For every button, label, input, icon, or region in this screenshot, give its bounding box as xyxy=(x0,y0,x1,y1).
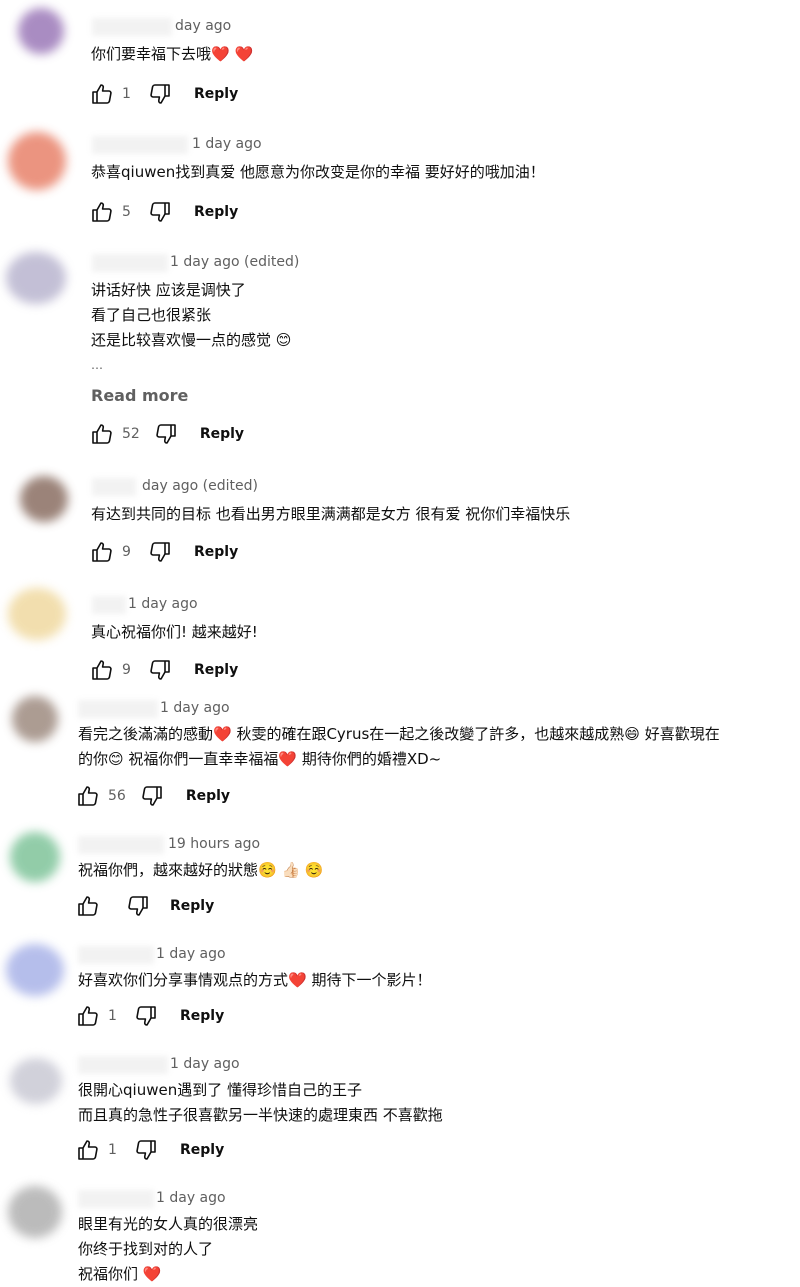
thumbs-up-icon[interactable] xyxy=(76,894,100,918)
comment-text-line: 你们要幸福下去哦❤️ ❤️ xyxy=(91,45,254,63)
author-name[interactable] xyxy=(92,136,188,154)
thumbs-up-icon[interactable] xyxy=(90,422,114,446)
comment-actions: 9 Reply xyxy=(90,540,238,564)
comment-timestamp: 1 day ago xyxy=(128,596,198,612)
comment-text-line: 祝福你们 ❤️ xyxy=(78,1265,162,1283)
comment-actions: 1 Reply xyxy=(76,1138,224,1162)
comment-timestamp: 1 day ago (edited) xyxy=(170,254,300,270)
comment-text-line: 真心祝福你们! 越来越好! xyxy=(91,623,258,641)
author-name[interactable] xyxy=(78,700,158,718)
thumbs-down-icon[interactable] xyxy=(126,894,150,918)
thumbs-up-icon[interactable] xyxy=(90,540,114,564)
reply-button[interactable]: Reply xyxy=(180,1142,224,1158)
comment-text-line: 有达到共同的目标 也看出男方眼里满满都是女方 很有爱 祝你们幸福快乐 xyxy=(91,505,571,523)
thumbs-down-icon[interactable] xyxy=(148,82,172,106)
author-name[interactable] xyxy=(78,836,164,854)
reply-button[interactable]: Reply xyxy=(170,898,214,914)
avatar[interactable] xyxy=(10,832,60,882)
reply-button[interactable]: Reply xyxy=(194,204,238,220)
thumbs-down-icon[interactable] xyxy=(134,1004,158,1028)
avatar[interactable] xyxy=(8,132,66,190)
comment-timestamp: day ago (edited) xyxy=(142,478,258,494)
author-name[interactable] xyxy=(78,1056,168,1074)
comment-text-line: 祝福你們，越來越好的狀態☺️ 👍🏻 ☺️ xyxy=(78,861,324,879)
comment-timestamp: 1 day ago xyxy=(156,946,226,962)
avatar[interactable] xyxy=(8,588,66,640)
read-more-button[interactable]: Read more xyxy=(91,386,188,405)
comment-timestamp: 1 day ago xyxy=(192,136,262,152)
comment-actions: 1 Reply xyxy=(76,1004,224,1028)
comment-text-line: 讲话好快 应该是调快了 xyxy=(91,281,246,299)
comment-timestamp: 1 day ago xyxy=(160,700,230,716)
like-count: 5 xyxy=(122,204,131,220)
avatar[interactable] xyxy=(18,8,64,54)
reply-button[interactable]: Reply xyxy=(186,788,230,804)
thumbs-up-icon[interactable] xyxy=(76,784,100,808)
like-count: 52 xyxy=(122,426,140,442)
like-count: 1 xyxy=(108,1008,117,1024)
author-name[interactable] xyxy=(92,478,136,496)
reply-button[interactable]: Reply xyxy=(180,1008,224,1024)
thumbs-up-icon[interactable] xyxy=(76,1138,100,1162)
reply-button[interactable]: Reply xyxy=(200,426,244,442)
comment-text-line: 还是比较喜欢慢一点的感觉 😊 xyxy=(91,331,292,349)
comment-actions: 5 Reply xyxy=(90,200,238,224)
author-name[interactable] xyxy=(92,254,168,272)
author-name[interactable] xyxy=(92,596,126,614)
comment-timestamp: 1 day ago xyxy=(156,1190,226,1206)
comment-timestamp: day ago xyxy=(175,18,232,34)
author-name[interactable] xyxy=(78,1190,154,1208)
thumbs-down-icon[interactable] xyxy=(148,658,172,682)
like-count: 1 xyxy=(122,86,131,102)
text-ellipsis: … xyxy=(91,358,103,372)
avatar[interactable] xyxy=(6,252,66,304)
like-count: 56 xyxy=(108,788,126,804)
comment-text-line: 眼里有光的女人真的很漂亮 xyxy=(78,1215,259,1233)
reply-button[interactable]: Reply xyxy=(194,662,238,678)
avatar[interactable] xyxy=(6,944,64,996)
avatar[interactable] xyxy=(20,476,68,522)
comment-actions: Reply xyxy=(76,894,214,918)
avatar[interactable] xyxy=(10,1058,62,1104)
comment-actions: 1 Reply xyxy=(90,82,238,106)
thumbs-up-icon[interactable] xyxy=(90,200,114,224)
thumbs-down-icon[interactable] xyxy=(154,422,178,446)
comment-actions: 56 Reply xyxy=(76,784,230,808)
comment-timestamp: 1 day ago xyxy=(170,1056,240,1072)
like-count: 9 xyxy=(122,662,131,678)
author-name[interactable] xyxy=(78,946,154,964)
comment-text-line: 好喜欢你们分享事情观点的方式❤️ 期待下一个影片！ xyxy=(78,971,432,989)
thumbs-up-icon[interactable] xyxy=(90,658,114,682)
avatar[interactable] xyxy=(8,1186,62,1238)
comment-text-line: 你终于找到对的人了 xyxy=(78,1240,214,1258)
thumbs-down-icon[interactable] xyxy=(148,540,172,564)
avatar[interactable] xyxy=(12,696,58,742)
thumbs-down-icon[interactable] xyxy=(148,200,172,224)
thumbs-down-icon[interactable] xyxy=(140,784,164,808)
comment-actions: 52 Reply xyxy=(90,422,244,446)
reply-button[interactable]: Reply xyxy=(194,544,238,560)
comment-actions: 9 Reply xyxy=(90,658,238,682)
comment-text-line: 很開心qiuwen遇到了 懂得珍惜自己的王子 xyxy=(78,1081,362,1099)
comment-timestamp: 19 hours ago xyxy=(168,836,261,852)
author-name[interactable] xyxy=(92,18,172,36)
comment-text-line: 的你😊 祝福你們一直幸幸福福❤️ 期待你們的婚禮XD~ xyxy=(78,750,442,768)
like-count: 9 xyxy=(122,544,131,560)
comment-text-line: 而且真的急性子很喜歡另一半快速的處理東西 不喜歡拖 xyxy=(78,1106,443,1124)
reply-button[interactable]: Reply xyxy=(194,86,238,102)
thumbs-down-icon[interactable] xyxy=(134,1138,158,1162)
comment-text-line: 看完之後滿滿的感動❤️ 秋雯的確在跟Cyrus在一起之後改變了許多，也越來越成熟… xyxy=(78,725,720,743)
thumbs-up-icon[interactable] xyxy=(76,1004,100,1028)
comment-text-line: 恭喜qiuwen找到真爱 他愿意为你改变是你的幸福 要好好的哦加油！ xyxy=(91,163,545,181)
comment-text-line: 看了自己也很紧张 xyxy=(91,306,212,324)
like-count: 1 xyxy=(108,1142,117,1158)
thumbs-up-icon[interactable] xyxy=(90,82,114,106)
